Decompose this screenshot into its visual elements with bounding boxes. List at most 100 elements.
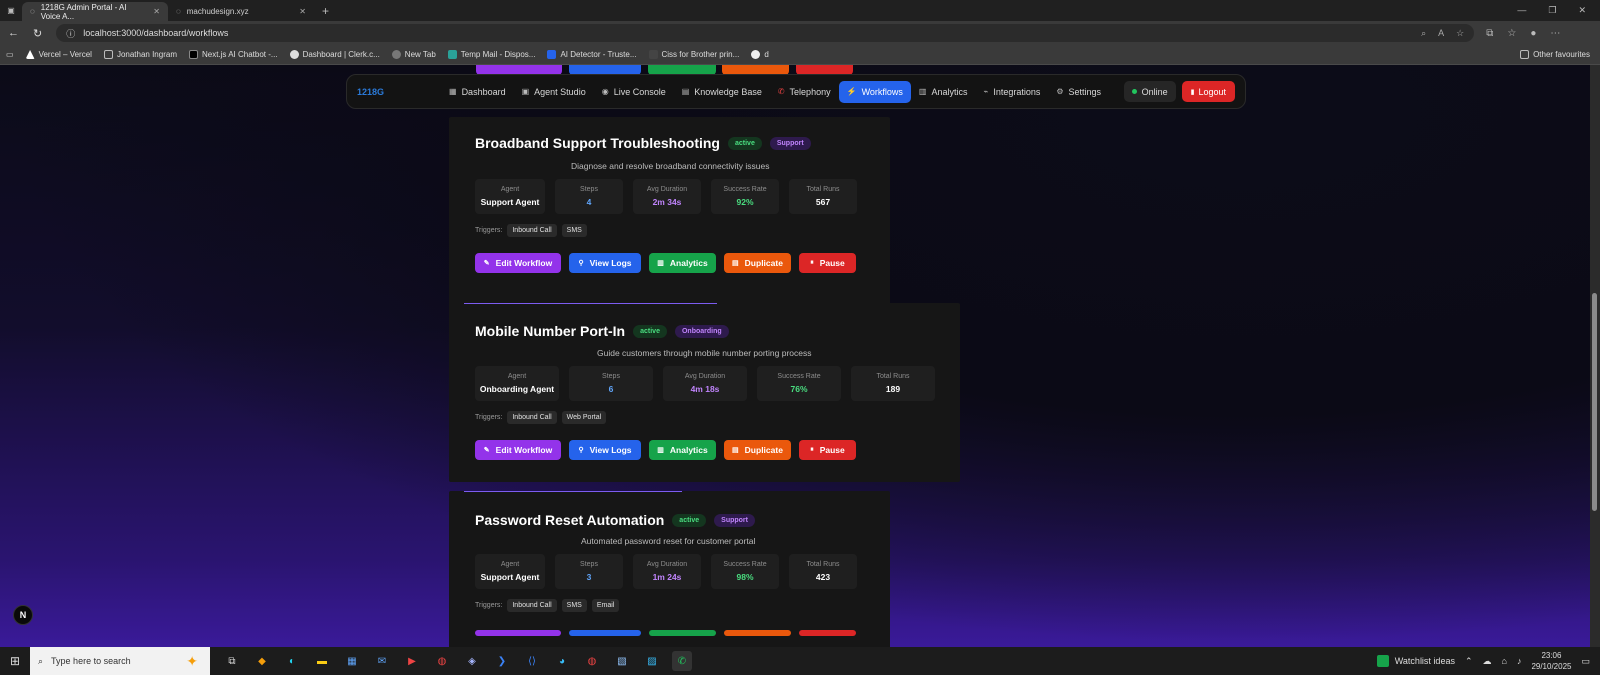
analytics-button[interactable]: [649, 630, 716, 636]
other-favourites[interactable]: Other favourites: [1520, 50, 1600, 59]
more-icon[interactable]: ⋯: [1550, 28, 1560, 39]
workflow-title: Mobile Number Port-In: [475, 323, 626, 339]
url-input[interactable]: ⓘ localhost:3000/dashboard/workflows ⌕ A…: [56, 24, 1475, 42]
stat-agent: Agent Support Agent: [475, 179, 545, 214]
page-scrollbar[interactable]: [1590, 65, 1600, 647]
gear-icon: ⚙: [1056, 87, 1064, 96]
minimize-icon[interactable]: —: [1517, 5, 1526, 16]
bookmark-item[interactable]: New Tab: [391, 50, 436, 59]
info-icon[interactable]: ⓘ: [66, 27, 75, 40]
chevron-up-icon[interactable]: ⌃: [1465, 656, 1473, 667]
view-logs-button[interactable]: ⚲ View Logs: [569, 440, 641, 460]
close-icon[interactable]: ✕: [299, 7, 306, 16]
extensions-icon[interactable]: ⧉: [1486, 28, 1493, 39]
mail-icon[interactable]: ✉: [372, 651, 392, 671]
file-explorer-icon[interactable]: ▬: [312, 651, 332, 671]
pause-button[interactable]: ⏸ Pause: [799, 440, 856, 460]
network-icon[interactable]: ⌂: [1502, 656, 1507, 666]
browser-tab-admin[interactable]: ◌ 1218G Admin Portal - AI Voice A... ✕: [22, 2, 168, 21]
bookmark-item[interactable]: Ciss for Brother prin...: [648, 50, 739, 59]
chart-icon: ▥: [657, 447, 664, 454]
pause-button[interactable]: ⏸ Pause: [799, 253, 856, 273]
nextjs-dev-badge[interactable]: N: [13, 605, 33, 625]
app-icon[interactable]: ◕: [552, 651, 572, 671]
bookmark-item[interactable]: Jonathan Ingram: [103, 50, 177, 59]
bookmark-item[interactable]: Vercel – Vercel: [25, 50, 92, 59]
nav-item-knowledge-base[interactable]: ▤ Knowledge Base: [674, 81, 770, 103]
bookmark-item[interactable]: Next.js AI Chatbot -...: [188, 50, 278, 59]
search-placeholder: Type here to search: [51, 656, 131, 666]
analytics-button[interactable]: ▥ Analytics: [649, 253, 716, 273]
edit-workflow-button[interactable]: [475, 630, 561, 636]
bookmark-item[interactable]: Dashboard | Clerk.c...: [289, 50, 380, 59]
view-logs-button[interactable]: [569, 630, 641, 636]
windows-start-icon[interactable]: ⊞: [0, 654, 30, 668]
powershell-icon[interactable]: ❯: [492, 651, 512, 671]
whatsapp-icon[interactable]: ✆: [672, 651, 692, 671]
favorites-icon[interactable]: ☆: [1507, 28, 1516, 39]
workflow-title: Broadband Support Troubleshooting: [475, 135, 720, 151]
nav-item-telephony[interactable]: ✆ Telephony: [770, 81, 839, 103]
nav-item-integrations[interactable]: ⌁ Integrations: [975, 81, 1048, 103]
chrome-icon[interactable]: ◍: [432, 651, 452, 671]
bookmark-item[interactable]: Temp Mail - Dispos...: [447, 50, 535, 59]
nav-item-settings[interactable]: ⚙ Settings: [1048, 81, 1109, 103]
copilot-icon[interactable]: ◆: [252, 651, 272, 671]
nav-item-analytics[interactable]: ▥ Analytics: [911, 81, 976, 103]
logout-button[interactable]: ▮ Logout: [1181, 81, 1235, 102]
address-bar-row: ← ↻ ⓘ localhost:3000/dashboard/workflows…: [0, 21, 1600, 45]
tab-actions-icon[interactable]: ▣: [0, 0, 22, 21]
close-window-icon[interactable]: ✕: [1578, 5, 1586, 16]
scrollbar-thumb[interactable]: [1592, 293, 1597, 511]
duplicate-button[interactable]: [724, 630, 791, 636]
bookmark-item[interactable]: AI Detector - Truste...: [547, 50, 637, 59]
nav-item-live-console[interactable]: ◉ Live Console: [594, 81, 674, 103]
duplicate-button[interactable]: ▤ Duplicate: [724, 440, 791, 460]
close-icon[interactable]: ✕: [153, 7, 160, 16]
youtube-icon[interactable]: ▶: [402, 651, 422, 671]
watchlist-widget[interactable]: Watchlist ideas: [1376, 655, 1455, 667]
notification-icon[interactable]: ▭: [1581, 656, 1590, 667]
category-badge: Support: [714, 513, 755, 527]
nav-item-dashboard[interactable]: ▦ Dashboard: [441, 81, 514, 103]
stat-success-rate: Success Rate 76%: [757, 366, 841, 401]
taskbar-search[interactable]: ⌕ Type here to search ✦: [30, 647, 210, 675]
app-icon[interactable]: ▧: [612, 651, 632, 671]
pause-button[interactable]: [799, 630, 856, 636]
app-icon[interactable]: ▨: [642, 651, 662, 671]
analytics-button[interactable]: ▥ Analytics: [649, 440, 716, 460]
chrome-icon[interactable]: ◍: [582, 651, 602, 671]
duplicate-button[interactable]: ▤ Duplicate: [724, 253, 791, 273]
vscode-icon[interactable]: ⟨⟩: [522, 651, 542, 671]
nav-item-agent-studio[interactable]: ▣ Agent Studio: [514, 81, 594, 103]
browser-tab-machudesign[interactable]: ◌ machudesign.xyz ✕: [168, 2, 314, 21]
onedrive-icon[interactable]: ☁: [1483, 656, 1492, 667]
profile-icon[interactable]: ●: [1530, 28, 1536, 39]
search-icon[interactable]: ⌕: [1421, 28, 1426, 39]
edit-workflow-button[interactable]: ✎ Edit Workflow: [475, 440, 561, 460]
edge-icon[interactable]: ◐: [282, 651, 302, 671]
edit-workflow-button[interactable]: ✎ Edit Workflow: [475, 253, 561, 273]
globe-icon: ◌: [30, 7, 35, 16]
stat-avg-duration: Avg Duration 1m 24s: [633, 554, 701, 589]
back-icon[interactable]: ←: [8, 27, 19, 40]
store-icon[interactable]: ▦: [342, 651, 362, 671]
volume-icon[interactable]: ♪: [1517, 656, 1522, 666]
read-aloud-icon[interactable]: A: [1438, 28, 1444, 39]
task-view-icon[interactable]: ⧉: [222, 651, 242, 671]
bookmark-item[interactable]: d: [751, 50, 769, 59]
reading-list-icon[interactable]: ▭: [6, 50, 14, 59]
new-tab-icon[interactable]: +: [314, 4, 337, 18]
app-icon[interactable]: ◈: [462, 651, 482, 671]
lightning-icon: ⚡: [846, 87, 857, 96]
app-logo[interactable]: 1218G: [357, 87, 441, 97]
nav-item-workflows[interactable]: ⚡ Workflows: [838, 80, 911, 103]
view-logs-button[interactable]: ⚲ View Logs: [569, 253, 641, 273]
clock[interactable]: 23:06 29/10/2025: [1531, 650, 1571, 672]
reload-icon[interactable]: ↻: [33, 27, 42, 40]
browser-tab-bar: ▣ ◌ 1218G Admin Portal - AI Voice A... ✕…: [0, 0, 1600, 21]
clipboard-icon: ▤: [732, 447, 739, 454]
restore-icon[interactable]: ❐: [1548, 5, 1556, 16]
pause-icon: ⏸: [810, 259, 814, 266]
favorite-star-icon[interactable]: ☆: [1456, 28, 1464, 39]
